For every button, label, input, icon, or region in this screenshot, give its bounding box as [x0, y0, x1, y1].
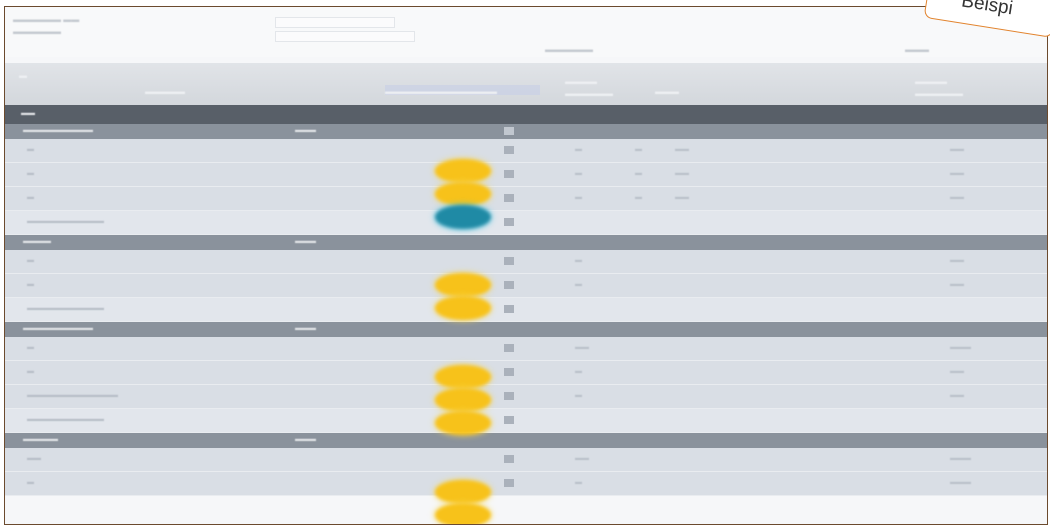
column-header-values[interactable]: ▬▬▬▬: [565, 77, 597, 86]
status-badge: [435, 205, 491, 229]
header-title: ▬▬▬▬▬▬ ▬▬: [13, 15, 80, 24]
status-badge: [435, 273, 491, 297]
table-row-summary[interactable]: ▬▬▬▬▬▬▬▬▬▬▬: [5, 211, 1047, 235]
table-row[interactable]: ▬▬▬▬▬▬▬▬▬▬▬▬▬ ▬ ▬▬: [5, 385, 1047, 409]
status-badge: [435, 388, 491, 412]
app-window: ▬▬▬▬▬▬ ▬▬ ▬▬▬▬▬▬ ▬▬▬▬▬▬ ▬▬▬ ▬ ▬▬▬▬▬ ▬▬▬▬…: [4, 6, 1048, 525]
header-subtitle: ▬▬▬▬▬▬: [13, 27, 61, 36]
table-row[interactable]: ▬ ▬ ▬▬▬: [5, 472, 1047, 496]
table-row[interactable]: ▬ ▬ ▬▬: [5, 250, 1047, 274]
column-header-right[interactable]: ▬▬▬▬: [915, 77, 947, 86]
table-row[interactable]: ▬▬▬▬▬▬▬: [5, 448, 1047, 472]
table-row[interactable]: ▬ ▬▬ ▬▬▬: [5, 337, 1047, 361]
column-header-name[interactable]: ▬▬▬▬▬: [145, 87, 185, 96]
header-note-right: ▬▬▬: [905, 45, 929, 54]
status-badge: [435, 411, 491, 435]
table-section-header: ▬▬: [5, 105, 1047, 124]
status-badge: [435, 365, 491, 389]
data-table: ▬▬ ▬▬▬▬▬▬▬▬▬▬ ▬▬▬ ▬ ▬ ▬ ▬▬ ▬▬ ▬ ▬ ▬ ▬▬ ▬▬ ▬ ▬ ▬ ▬▬ ▬▬…: [5, 105, 1047, 496]
table-row-summary[interactable]: ▬▬▬▬▬▬▬▬▬▬▬: [5, 298, 1047, 322]
column-header-values-sub[interactable]: ▬▬▬▬▬▬: [565, 89, 613, 98]
table-row[interactable]: ▬ ▬ ▬▬: [5, 274, 1047, 298]
column-header-extra[interactable]: ▬▬▬: [655, 87, 679, 96]
header-field-1[interactable]: [275, 17, 395, 28]
table-row[interactable]: ▬ ▬ ▬▬: [5, 361, 1047, 385]
table-row-summary[interactable]: ▬▬▬▬▬▬▬▬▬▬▬: [5, 409, 1047, 433]
table-column-header: ▬ ▬▬▬▬▬ ▬▬▬▬▬▬▬▬▬▬▬▬▬▬ ▬▬▬▬ ▬▬▬▬▬▬ ▬▬▬ ▬…: [5, 63, 1047, 106]
status-badge: [435, 480, 491, 504]
group-header[interactable]: ▬▬▬▬ ▬▬▬: [5, 235, 1047, 250]
page-header: ▬▬▬▬▬▬ ▬▬ ▬▬▬▬▬▬ ▬▬▬▬▬▬ ▬▬▬: [5, 7, 1047, 57]
status-badge: [435, 296, 491, 320]
column-header-select[interactable]: ▬: [19, 71, 27, 80]
header-field-2[interactable]: [275, 31, 415, 42]
table-row[interactable]: ▬▬▬▬▬▬▬: [5, 139, 1047, 163]
group-header[interactable]: ▬▬▬▬▬▬▬▬▬▬ ▬▬▬: [5, 124, 1047, 139]
column-header-right-sub[interactable]: ▬▬▬▬▬▬: [915, 89, 963, 98]
ribbon-label: Beispi: [959, 0, 1015, 20]
column-header-status[interactable]: ▬▬▬▬▬▬▬▬▬▬▬▬▬▬: [385, 87, 497, 96]
status-badge: [435, 182, 491, 206]
group-header[interactable]: ▬▬▬▬▬▬▬▬▬▬ ▬▬▬: [5, 322, 1047, 337]
group-header[interactable]: ▬▬▬▬▬ ▬▬▬: [5, 433, 1047, 448]
header-note: ▬▬▬▬▬▬: [545, 45, 593, 54]
table-row[interactable]: ▬▬▬▬▬▬▬: [5, 163, 1047, 187]
table-row[interactable]: ▬▬▬▬▬▬▬: [5, 187, 1047, 211]
status-badge: [435, 503, 491, 524]
status-badge: [435, 159, 491, 183]
